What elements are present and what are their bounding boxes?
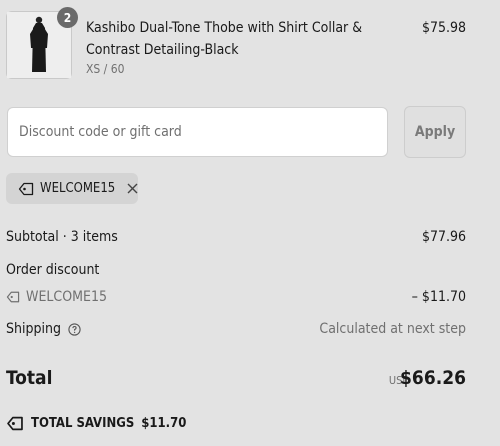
savings-tag-icon bbox=[6, 416, 24, 431]
applied-code-label: WELCOME15 bbox=[40, 181, 116, 196]
applied-discount-chip: WELCOME15 bbox=[6, 173, 138, 204]
remove-discount-icon[interactable] bbox=[127, 183, 138, 194]
discount-code-row: WELCOME15 bbox=[6, 289, 107, 305]
total-savings: TOTAL SAVINGS $11.70 bbox=[6, 416, 186, 431]
product-name: Kashibo Dual-Tone Thobe with Shirt Colla… bbox=[86, 20, 363, 58]
discount-code-input[interactable] bbox=[7, 107, 388, 157]
savings-value: $11.70 bbox=[141, 416, 187, 431]
help-icon[interactable] bbox=[68, 322, 81, 336]
subtotal-value: $77.96 bbox=[421, 229, 466, 245]
tag-icon bbox=[18, 182, 34, 196]
shipping-row: Shipping bbox=[6, 321, 81, 337]
product-variant: XS / 60 bbox=[86, 62, 125, 76]
quantity-badge: 2 bbox=[57, 7, 78, 28]
total-value: $66.26 bbox=[400, 367, 466, 389]
subtotal-label: Subtotal · 3 items bbox=[6, 229, 118, 245]
order-discount-label: Order discount bbox=[6, 262, 100, 278]
tag-icon bbox=[6, 291, 20, 303]
discount-amount: – $11.70 bbox=[411, 289, 466, 305]
shipping-label: Shipping bbox=[6, 321, 61, 337]
shipping-value: Calculated at next step bbox=[319, 321, 466, 337]
apply-button[interactable]: Apply bbox=[404, 106, 466, 158]
savings-label: TOTAL SAVINGS bbox=[31, 416, 135, 431]
total-label: Total bbox=[6, 367, 53, 389]
product-price: $75.98 bbox=[421, 20, 466, 36]
discount-code-text: WELCOME15 bbox=[26, 289, 107, 305]
